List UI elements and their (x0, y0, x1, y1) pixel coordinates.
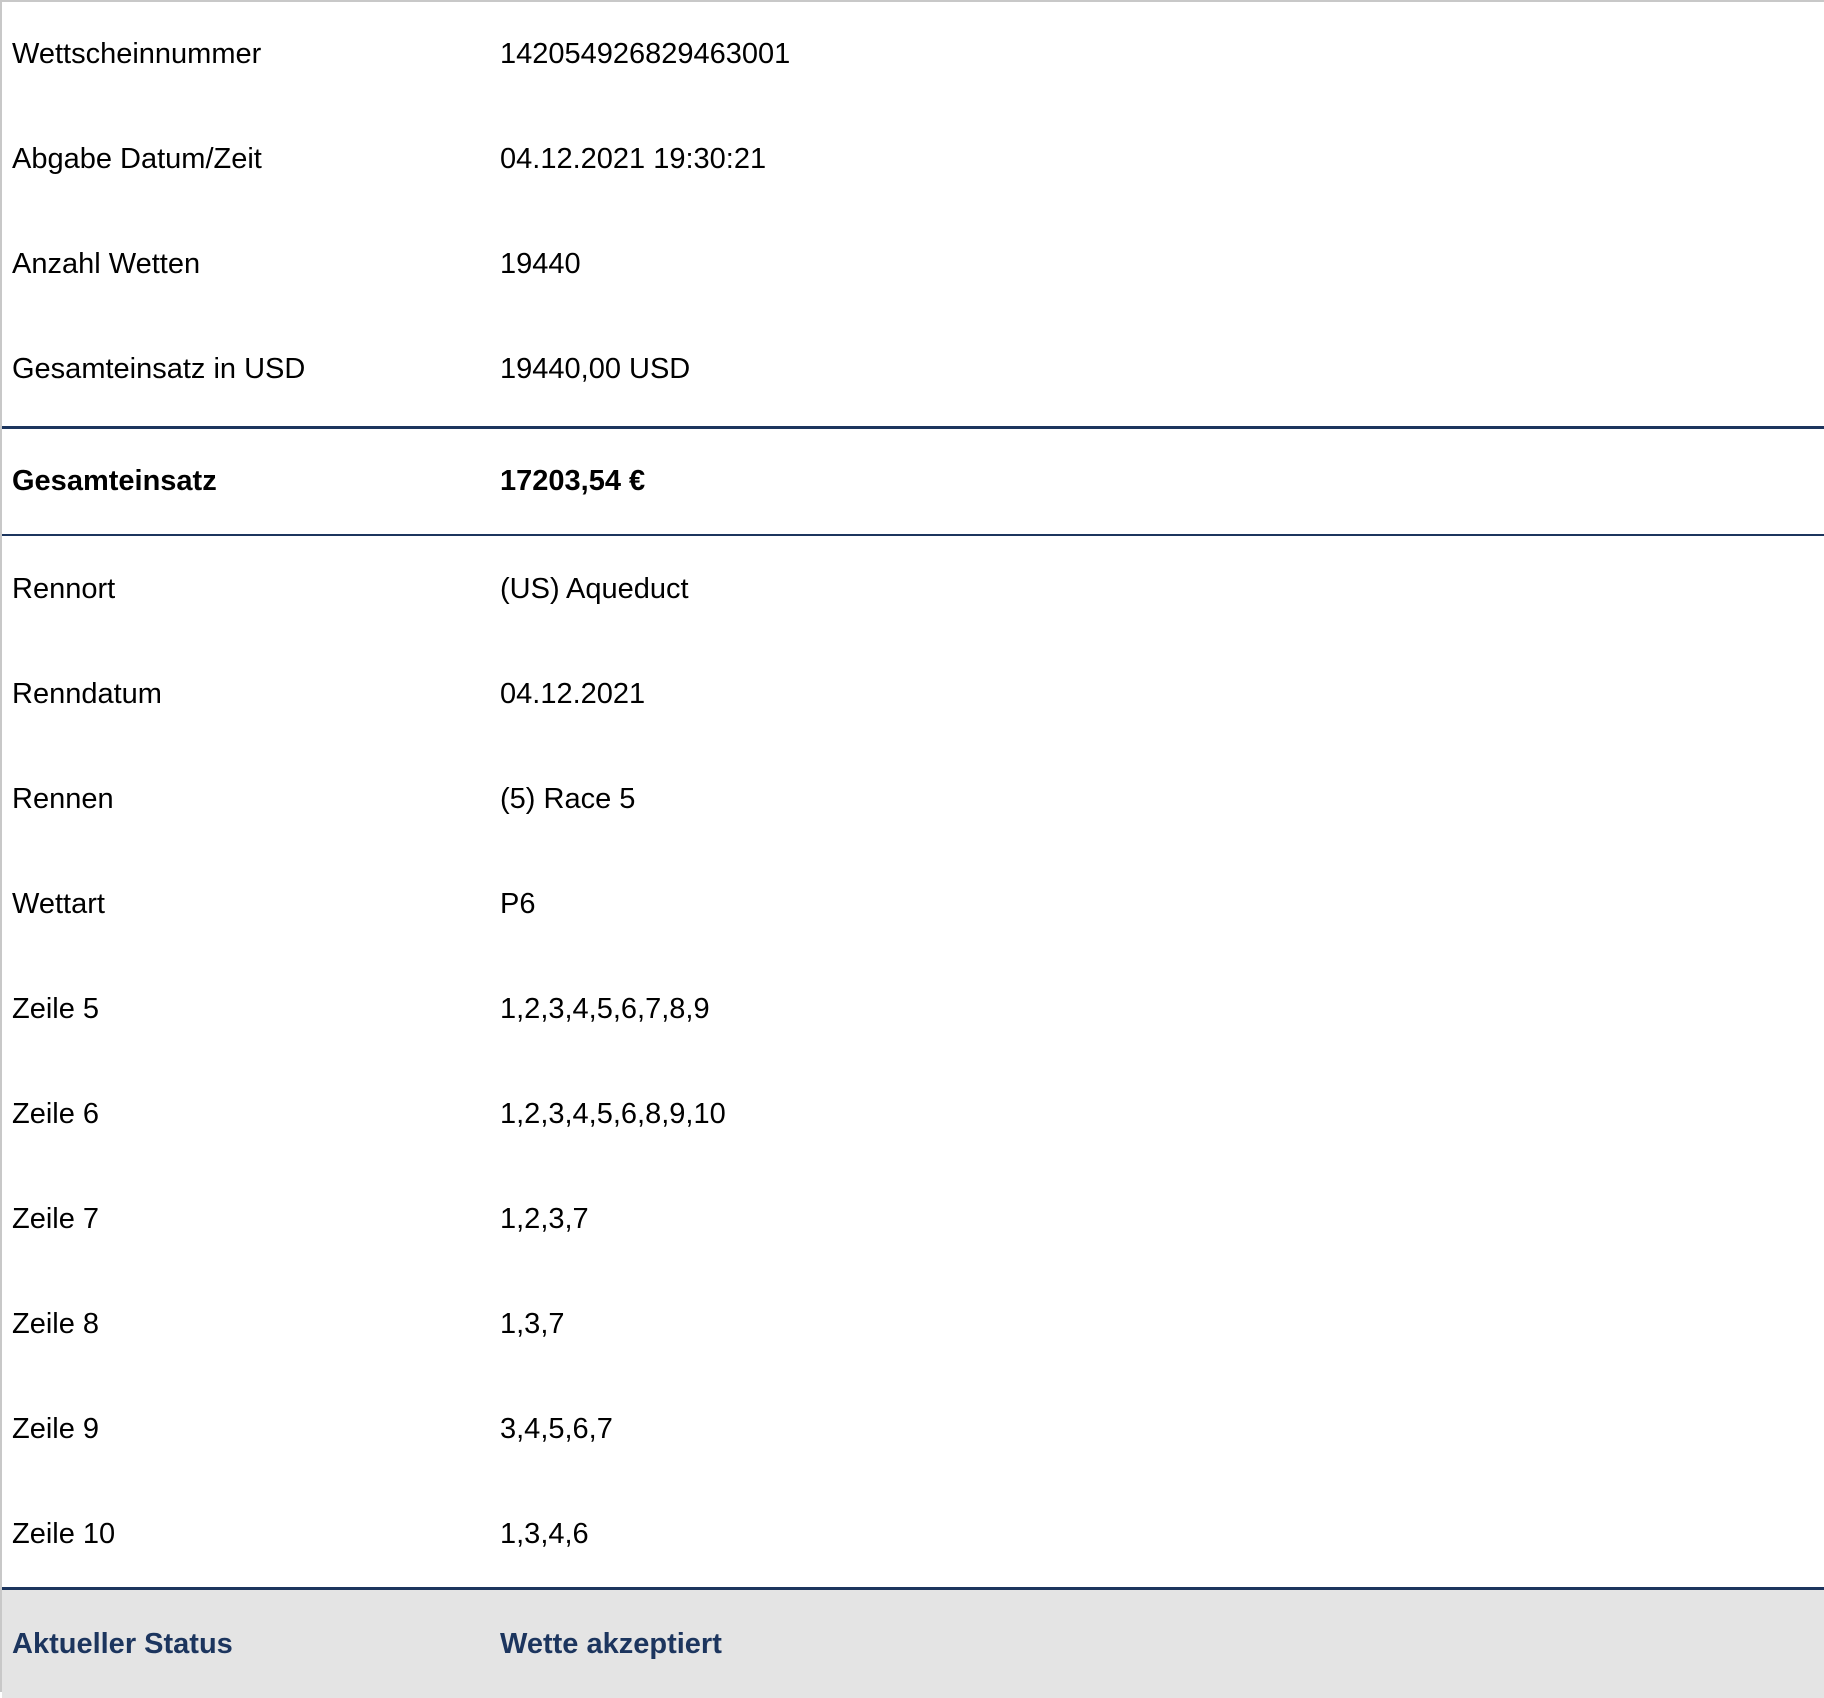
row-value: 1,2,3,7 (500, 1203, 589, 1235)
row-venue: Rennort (US) Aqueduct (2, 536, 1824, 642)
row-total-stake: Gesamteinsatz 17203,54 € (2, 429, 1824, 534)
row-value: 1,3,7 (500, 1308, 565, 1340)
row-label: Rennort (12, 572, 116, 605)
row-value: 04.12.2021 19:30:21 (500, 143, 767, 175)
row-value: P6 (500, 888, 536, 920)
row-value: 04.12.2021 (500, 678, 646, 710)
row-line-9: Zeile 9 3,4,5,6,7 (2, 1377, 1824, 1482)
row-label: Rennen (12, 783, 114, 815)
row-value: 19440 (500, 248, 581, 280)
status-label: Aktueller Status (12, 1627, 233, 1660)
row-ticket-number: Wettscheinnummer 142054926829463001 (2, 2, 1824, 107)
row-label: Gesamteinsatz in USD (12, 353, 306, 385)
race-details-section: Rennort (US) Aqueduct Renndatum 04.12.20… (2, 536, 1824, 1587)
row-value: 1,2,3,4,5,6,8,9,10 (500, 1098, 726, 1130)
row-race-date: Renndatum 04.12.2021 (2, 642, 1824, 747)
row-label: Renndatum (12, 678, 162, 710)
row-label: Zeile 8 (12, 1308, 100, 1340)
row-value: 142054926829463001 (500, 38, 791, 70)
row-line-5: Zeile 5 1,2,3,4,5,6,7,8,9 (2, 957, 1824, 1062)
row-line-7: Zeile 7 1,2,3,7 (2, 1167, 1824, 1272)
row-label: Zeile 10 (12, 1518, 116, 1550)
row-bet-type: Wettart P6 (2, 852, 1824, 957)
row-total-stake-usd: Gesamteinsatz in USD 19440,00 USD (2, 317, 1824, 422)
row-value: (5) Race 5 (500, 783, 636, 815)
row-label: Zeile 9 (12, 1413, 100, 1445)
row-race: Rennen (5) Race 5 (2, 747, 1824, 852)
row-value: (US) Aqueduct (500, 572, 689, 605)
row-label: Zeile 7 (12, 1203, 100, 1235)
row-label: Anzahl Wetten (12, 248, 201, 280)
total-value: 17203,54 € (500, 465, 646, 497)
row-line-8: Zeile 8 1,3,7 (2, 1272, 1824, 1377)
row-value: 19440,00 USD (500, 353, 691, 385)
row-submitted-datetime: Abgabe Datum/Zeit 04.12.2021 19:30:21 (2, 107, 1824, 212)
summary-section: Wettscheinnummer 142054926829463001 Abga… (2, 2, 1824, 426)
row-current-status: Aktueller Status Wette akzeptiert (2, 1590, 1824, 1698)
row-value: 1,2,3,4,5,6,7,8,9 (500, 993, 710, 1025)
row-label: Wettscheinnummer (12, 38, 262, 70)
row-value: 3,4,5,6,7 (500, 1413, 613, 1445)
total-label: Gesamteinsatz (12, 465, 217, 497)
row-line-10: Zeile 10 1,3,4,6 (2, 1482, 1824, 1587)
row-label: Wettart (12, 888, 105, 920)
bet-slip-details: Wettscheinnummer 142054926829463001 Abga… (0, 0, 1824, 1698)
status-value: Wette akzeptiert (500, 1627, 722, 1660)
row-label: Zeile 5 (12, 993, 100, 1025)
row-line-6: Zeile 6 1,2,3,4,5,6,8,9,10 (2, 1062, 1824, 1167)
row-label: Abgabe Datum/Zeit (12, 143, 262, 175)
row-label: Zeile 6 (12, 1098, 100, 1130)
row-bet-count: Anzahl Wetten 19440 (2, 212, 1824, 317)
row-value: 1,3,4,6 (500, 1518, 589, 1550)
